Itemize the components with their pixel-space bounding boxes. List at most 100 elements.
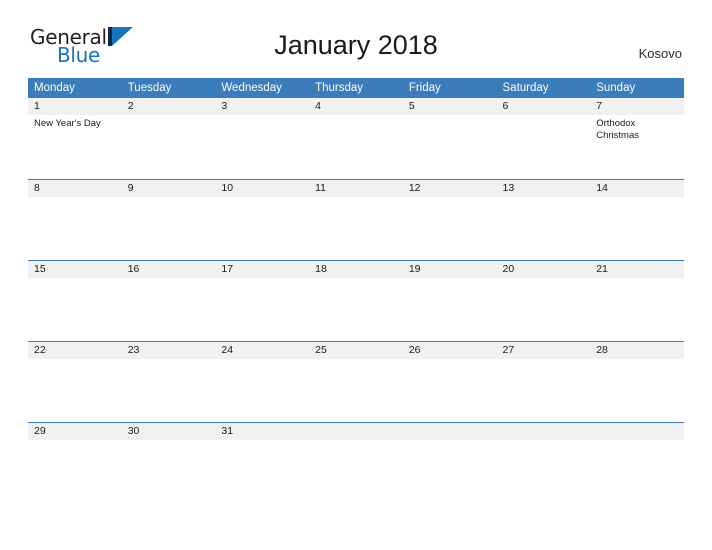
day-cell-inner: 1 New Year's Day (28, 98, 122, 179)
calendar-day-cell[interactable]: 4 (309, 98, 403, 179)
calendar-day-cell[interactable]: 16 (121, 259, 216, 341)
day-number: 13 (496, 179, 591, 197)
calendar-empty-cell (309, 421, 403, 504)
day-number: 6 (496, 98, 591, 115)
calendar-day-cell[interactable]: 30 (121, 421, 216, 503)
day-number: 8 (28, 179, 122, 197)
calendar-empty-cell (590, 421, 684, 504)
page-header: General Blue January 2018 Kosovo (0, 0, 712, 65)
calendar-day-cell[interactable]: 23 (121, 340, 216, 422)
day-cell-inner (309, 422, 403, 504)
day-number: 10 (215, 179, 310, 197)
day-number (496, 422, 591, 440)
calendar-week-row: 29 30 31 (28, 421, 684, 504)
weekday-header-sunday: Sunday (590, 78, 684, 98)
day-cell-inner: 17 (215, 260, 310, 341)
weekday-header-saturday: Saturday (496, 78, 591, 98)
day-cell-inner (496, 422, 591, 504)
day-cell-inner: 14 (590, 179, 684, 260)
day-cell-inner (590, 422, 684, 504)
day-number (402, 422, 497, 440)
calendar-week-row: 15 16 17 18 19 20 21 (28, 259, 684, 341)
calendar-day-cell[interactable]: 15 (28, 259, 122, 341)
calendar-grid: Monday Tuesday Wednesday Thursday Friday… (28, 78, 684, 503)
day-cell-inner: 3 (215, 98, 310, 179)
day-cell-inner: 25 (309, 341, 403, 422)
calendar-day-cell[interactable]: 8 (28, 178, 122, 260)
calendar-day-cell[interactable]: 9 (121, 178, 216, 260)
day-number: 3 (215, 98, 310, 115)
day-number (590, 422, 684, 440)
day-number: 19 (402, 260, 497, 278)
day-number: 14 (590, 179, 684, 197)
day-cell-inner: 21 (590, 260, 684, 341)
day-number: 1 (28, 98, 122, 115)
calendar-week-row: 8 9 10 11 12 13 14 (28, 178, 684, 260)
calendar-day-cell[interactable]: 26 (402, 340, 497, 422)
calendar-day-cell[interactable]: 17 (215, 259, 310, 341)
day-number: 29 (28, 422, 122, 440)
calendar-header-row-group: Monday Tuesday Wednesday Thursday Friday… (28, 78, 684, 98)
calendar-day-cell[interactable]: 22 (28, 340, 122, 422)
day-cell-inner: 10 (215, 179, 310, 260)
calendar-day-cell[interactable]: 10 (215, 178, 310, 260)
calendar-page: General Blue January 2018 Kosovo Monday … (0, 0, 712, 550)
calendar-day-cell[interactable]: 25 (309, 340, 403, 422)
day-number: 24 (215, 341, 310, 359)
calendar-day-cell[interactable]: 29 (28, 421, 122, 504)
calendar-day-cell[interactable]: 24 (215, 340, 310, 422)
calendar-week-row: 22 23 24 25 26 27 28 (28, 340, 684, 422)
calendar-day-cell[interactable]: 27 (496, 340, 591, 422)
day-cell-inner: 26 (402, 341, 497, 422)
day-cell-inner: 8 (28, 179, 122, 260)
day-number: 30 (121, 422, 216, 440)
day-cell-inner: 4 (309, 98, 403, 179)
day-cell-inner: 29 (28, 422, 122, 504)
day-number: 22 (28, 341, 122, 359)
day-number: 21 (590, 260, 684, 278)
day-cell-inner: 5 (402, 98, 497, 179)
day-number: 16 (121, 260, 216, 278)
day-number: 17 (215, 260, 310, 278)
calendar-day-cell[interactable]: 21 (590, 259, 684, 341)
calendar-day-cell[interactable]: 20 (496, 259, 591, 341)
calendar-day-cell[interactable]: 7 Orthodox Christmas (590, 98, 684, 179)
calendar-day-cell[interactable]: 2 (121, 98, 216, 179)
day-cell-inner: 2 (121, 98, 216, 179)
calendar-day-cell[interactable]: 18 (309, 259, 403, 341)
holiday-event-label: New Year's Day (34, 118, 101, 129)
day-number: 27 (496, 341, 591, 359)
day-number: 25 (309, 341, 403, 359)
day-number: 31 (215, 422, 310, 440)
weekday-header-row: Monday Tuesday Wednesday Thursday Friday… (28, 78, 684, 98)
day-cell-inner: 22 (28, 341, 122, 422)
calendar-day-cell[interactable]: 19 (402, 259, 497, 341)
day-number: 15 (28, 260, 122, 278)
day-cell-inner (402, 422, 497, 504)
page-title: January 2018 (274, 30, 438, 60)
day-number (309, 422, 403, 440)
day-number: 11 (309, 179, 403, 197)
calendar-day-cell[interactable]: 12 (402, 178, 497, 260)
calendar-day-cell[interactable]: 13 (496, 178, 591, 260)
calendar-day-cell[interactable]: 5 (402, 98, 497, 179)
day-cell-inner: 19 (402, 260, 497, 341)
calendar-body: 1 New Year's Day 2 3 4 5 6 7 Orthodox Christmas 8… (28, 98, 684, 503)
calendar-day-cell[interactable]: 31 (215, 421, 310, 504)
day-number: 20 (496, 260, 591, 278)
day-cell-inner: 27 (496, 341, 591, 422)
day-number: 4 (309, 98, 403, 115)
calendar-day-cell[interactable]: 3 (215, 98, 310, 179)
day-cell-inner: 24 (215, 341, 310, 422)
holiday-event-label: Orthodox Christmas (596, 118, 639, 141)
calendar-empty-cell (496, 421, 591, 504)
calendar-day-cell[interactable]: 14 (590, 178, 684, 260)
country-label: Kosovo (638, 46, 682, 61)
day-cell-inner: 31 (215, 422, 310, 504)
calendar-day-cell[interactable]: 11 (309, 178, 403, 260)
calendar-day-cell[interactable]: 28 (590, 340, 684, 422)
weekday-header-wednesday: Wednesday (215, 78, 310, 98)
day-number: 2 (121, 98, 216, 115)
calendar-day-cell[interactable]: 1 New Year's Day (28, 98, 122, 179)
calendar-day-cell[interactable]: 6 (496, 98, 591, 179)
